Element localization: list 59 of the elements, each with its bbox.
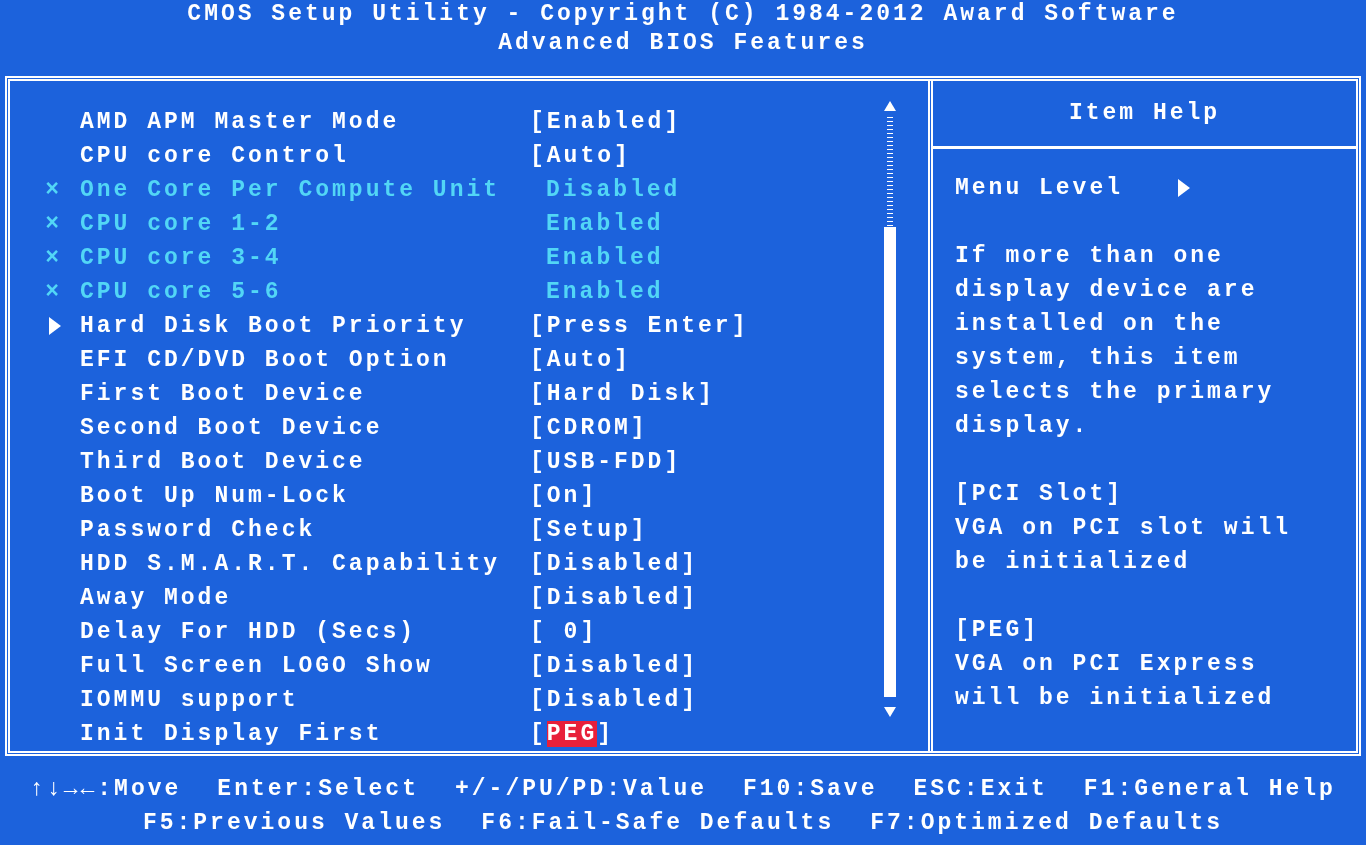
triangle-icon (1177, 178, 1192, 198)
setting-value[interactable]: [USB-FDD] (530, 448, 682, 475)
setting-label: Away Mode (80, 586, 233, 610)
setting-value[interactable]: [Disabled] (530, 584, 699, 611)
locked-marker: × (45, 280, 62, 304)
setting-value[interactable]: Enabled (530, 210, 664, 237)
setting-label: One Core Per Compute Unit (80, 178, 502, 202)
key-hint: F10:Save (743, 778, 878, 801)
locked-marker: × (45, 178, 62, 202)
triangle-icon (48, 316, 62, 336)
help-text: [PCI Slot] VGA on PCI slot will be initialized (955, 480, 1293, 577)
key-hint: F1:General Help (1083, 778, 1336, 801)
setting-label: Delay For HDD (Secs) (80, 620, 418, 644)
setting-label: IOMMU support (80, 688, 300, 712)
setting-value[interactable]: [ 0] (530, 618, 598, 645)
screen-title: Advanced BIOS Features (498, 32, 868, 55)
setting-value[interactable]: [Enabled] (530, 108, 682, 135)
menu-level-label: Menu Level (955, 176, 1124, 200)
help-title: Item Help (1068, 102, 1221, 125)
key-hint: F6:Fail-Safe Defaults (481, 812, 835, 835)
setting-label: Full Screen LOGO Show (80, 654, 434, 678)
setting-value[interactable]: [Press Enter] (530, 312, 749, 339)
setting-label: HDD S.M.A.R.T. Capability (80, 552, 502, 576)
setting-label: Second Boot Device (80, 416, 384, 440)
setting-value[interactable]: [On] (530, 482, 598, 509)
setting-value[interactable]: Enabled (530, 278, 664, 305)
setting-label: Third Boot Device (80, 450, 367, 474)
setting-value[interactable]: [Hard Disk] (530, 380, 715, 407)
setting-value[interactable]: [CDROM] (530, 414, 648, 441)
key-hint: F7:Optimized Defaults (870, 812, 1224, 835)
setting-value[interactable]: Disabled (530, 176, 681, 203)
setting-value[interactable]: [Setup] (530, 516, 648, 543)
setting-value[interactable]: [Disabled] (530, 550, 699, 577)
help-text: If more than one display device are installed on the system, this item selects the primary display. (955, 242, 1276, 441)
setting-label: First Boot Device (80, 382, 367, 406)
setting-label: Init Display First (80, 722, 384, 746)
setting-value[interactable]: Enabled (530, 244, 664, 271)
setting-label: CPU core 5-6 (80, 280, 283, 304)
setting-label: AMD APM Master Mode (80, 110, 401, 134)
key-hint: +/-/PU/PD:Value (454, 778, 707, 801)
setting-value[interactable]: [Disabled] (530, 686, 699, 713)
setting-label: CPU core 3-4 (80, 246, 283, 270)
setting-value[interactable]: [Auto] (530, 142, 631, 169)
help-text: [PEG] VGA on PCI Express will be initialized (955, 616, 1276, 713)
setting-label: EFI CD/DVD Boot Option (80, 348, 451, 372)
setting-label: Hard Disk Boot Priority (80, 314, 468, 338)
setting-value[interactable]: [Auto] (530, 346, 631, 373)
setting-label: CPU core Control (80, 144, 350, 168)
screen-title: CMOS Setup Utility - Copyright (C) 1984-2012 Award Software (187, 3, 1179, 26)
key-hint: F5:Previous Values (142, 812, 446, 835)
setting-label: Password Check (80, 518, 317, 542)
key-hint: ↑↓→←:Move (30, 778, 182, 801)
locked-marker: × (45, 246, 62, 270)
setting-label: CPU core 1-2 (80, 212, 283, 236)
key-hint: ESC:Exit (913, 778, 1048, 801)
locked-marker: × (45, 212, 62, 236)
setting-value[interactable]: [Disabled] (530, 652, 699, 679)
key-hint: Enter:Select (217, 778, 419, 801)
setting-label: Boot Up Num-Lock (80, 484, 350, 508)
